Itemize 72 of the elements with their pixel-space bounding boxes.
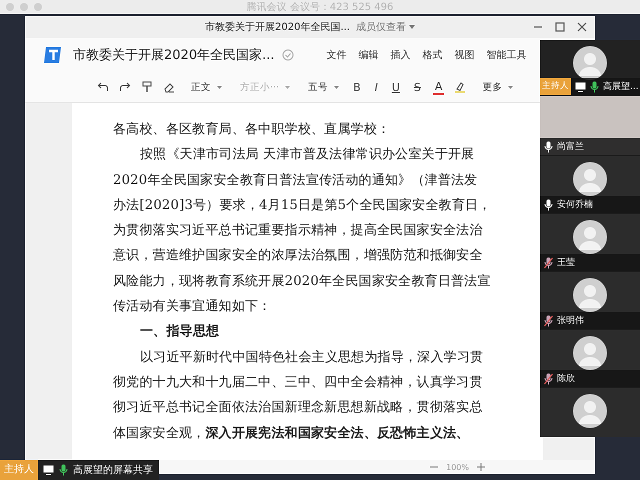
participant-name: 王莹 [557, 256, 575, 269]
document-text: 体国家安全观，深入开展宪法和国家安全法、反恐怖主义法、 [113, 424, 470, 443]
format-button[interactable]: I [372, 80, 380, 94]
highlight-icon[interactable] [454, 81, 466, 93]
document-text: 以习近平新时代中国特色社会主义思想为指导，深入学习贯 [139, 348, 484, 367]
zoom-level: 100% [446, 462, 469, 472]
check-circle-icon [282, 49, 294, 61]
window-dot-icon[interactable] [34, 3, 42, 11]
avatar-icon [573, 394, 607, 428]
window-title: 市教委关于开展2020年全民国... [205, 20, 350, 34]
menu-item[interactable]: 智能工具 [480, 46, 532, 64]
participant-name: 高展望... [603, 80, 639, 93]
document-text: 2020年全民国家安全教育日普法宣传活动的通知》（津普法发 [113, 172, 478, 190]
document-text: 彻习近平总书记全面依法治国新理念新思想新战略，贯彻落实总 [113, 399, 484, 418]
menu-item[interactable]: 插入 [384, 46, 416, 64]
screen-share-icon [575, 82, 586, 92]
zoom-in-icon[interactable] [477, 463, 485, 471]
app-logo-icon [43, 45, 63, 65]
document-title: 市教委关于开展2020年全民国家... [73, 47, 274, 64]
undo-icon[interactable] [97, 81, 109, 93]
document-text: 按照《天津市司法局 天津市普及法律常识办公室关于开展 [139, 146, 476, 164]
more-dropdown[interactable]: 更多 [480, 80, 516, 94]
document-text: 彻党的十九大和十九届二中、三中、四中全会精神，认真学习贯 [113, 374, 484, 392]
menu-item[interactable]: 格式 [416, 46, 448, 64]
menu-item[interactable]: 编辑 [352, 46, 384, 64]
participant-tile[interactable]: 尚富兰 [540, 96, 640, 156]
participant-name: 张明伟 [557, 314, 584, 327]
screen-share-label: 高展望的屏幕共享 [73, 464, 153, 477]
window-dot-icon[interactable] [6, 3, 14, 11]
avatar-icon [573, 46, 607, 80]
caret-icon [409, 25, 415, 29]
participant-name: 安何乔楠 [557, 198, 593, 211]
caret-icon [508, 86, 514, 88]
document-text: 一、指导思想 [139, 323, 220, 342]
participant-name: 尚富兰 [557, 140, 584, 153]
caret-icon [217, 86, 222, 88]
document-text: 各高校、各区教育局、各中职学校、直属学校： [113, 120, 392, 139]
participant-tile[interactable]: 王莹 [540, 214, 640, 272]
style-dropdown[interactable]: 正文 [189, 80, 224, 94]
format-painter-icon[interactable] [141, 81, 153, 93]
eraser-icon[interactable] [163, 81, 175, 93]
document-text: 风险能力，现将教育系统开展2020年全民国家安全教育日普法宣 [113, 272, 492, 291]
close-icon[interactable] [577, 22, 587, 32]
participant-tile[interactable]: 主持人 高展望... [540, 40, 640, 96]
menu-item[interactable]: 视图 [448, 46, 480, 64]
participant-tile[interactable]: 陈欣 [540, 330, 640, 388]
document-text: 办法[2020]3号）要求，4月15日是第5个全民国家安全教育日， [113, 196, 492, 215]
participant-name: 陈欣 [557, 372, 575, 385]
document-text: 意识，营造维护国家安全的浓厚法治氛围，增强防范和抵御安全 [113, 247, 484, 266]
caret-icon [285, 86, 290, 88]
host-badge: 主持人 [540, 78, 571, 95]
font-size-dropdown[interactable]: 五号 [306, 80, 342, 94]
document-text: 传活动有关事宜通知如下： [113, 298, 272, 316]
menu-item[interactable]: 文件 [320, 46, 352, 64]
host-badge: 主持人 [0, 460, 38, 480]
avatar-icon [573, 278, 607, 312]
format-button[interactable]: B [351, 80, 363, 94]
format-button[interactable]: S [412, 80, 423, 94]
avatar-icon [573, 220, 607, 254]
permission-dropdown[interactable]: 成员仅查看 [350, 20, 415, 34]
avatar-icon [573, 162, 607, 196]
format-button[interactable]: U [390, 80, 402, 94]
document-text: 为贯彻落实习近平总书记重要指示精神，提高全民国家安全法治 [113, 222, 484, 240]
redo-icon[interactable] [119, 81, 131, 93]
caret-icon [334, 86, 340, 88]
avatar-icon [573, 336, 607, 370]
participant-tile[interactable]: 安何乔楠 [540, 156, 640, 214]
window-dot-icon[interactable] [20, 3, 28, 11]
screen-share-icon [43, 465, 54, 475]
participant-tile[interactable]: 张明伟 [540, 272, 640, 330]
maximize-icon[interactable] [555, 22, 565, 32]
format-button[interactable]: A [432, 80, 444, 94]
